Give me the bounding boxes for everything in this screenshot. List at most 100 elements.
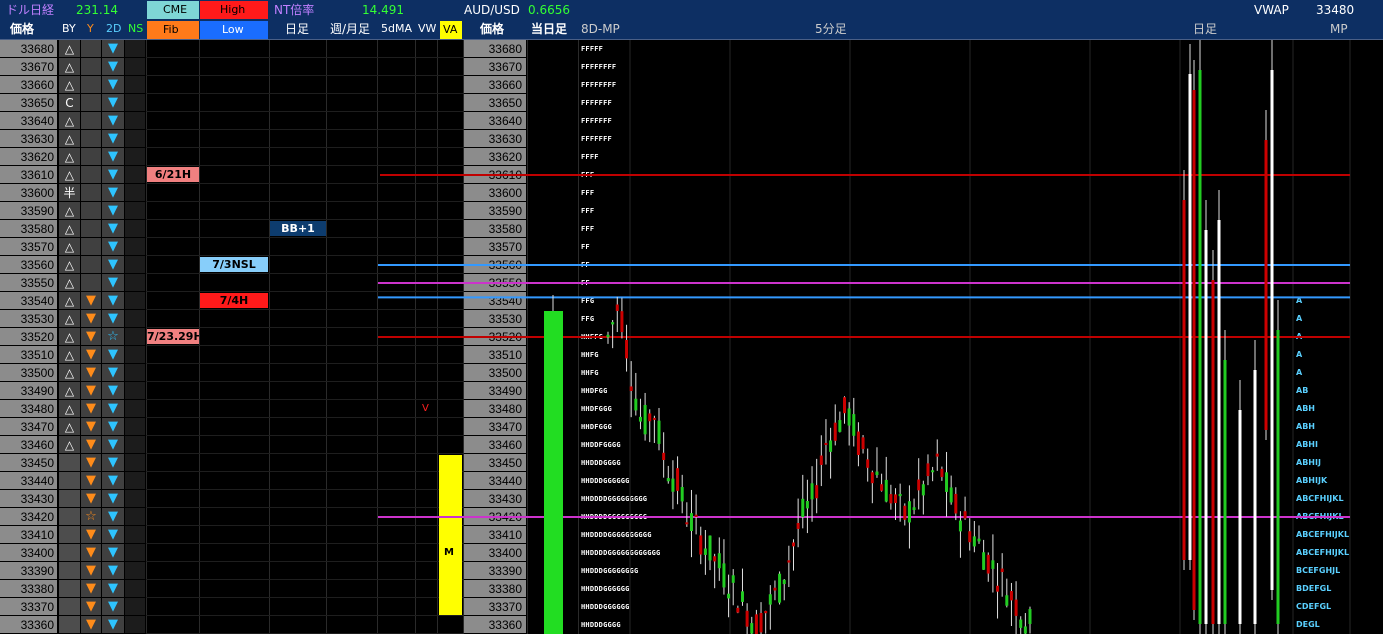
- candle-body: [805, 500, 809, 509]
- price-label: 33360: [20, 618, 54, 632]
- d2-symbol: ▼: [108, 401, 118, 416]
- y-symbol: ▼: [86, 347, 96, 362]
- by-symbol: △: [64, 294, 75, 308]
- candle-body: [680, 487, 684, 502]
- price-label-right: 33670: [488, 60, 522, 74]
- by-cell: [59, 580, 80, 597]
- high-button[interactable]: High: [200, 1, 268, 19]
- candle-body: [773, 587, 777, 591]
- price-label-right: 33650: [488, 96, 522, 110]
- price-label-right: 33490: [488, 384, 522, 398]
- y-symbol: ▼: [86, 293, 96, 308]
- price-label: 33390: [20, 564, 54, 578]
- y-symbol: ▼: [86, 581, 96, 596]
- candle-body: [991, 560, 995, 569]
- by-symbol: 半: [63, 186, 76, 200]
- price-label-right: 33390: [488, 564, 522, 578]
- price-label: 33540: [20, 294, 54, 308]
- candle-body: [782, 579, 786, 585]
- y-symbol: ▼: [86, 491, 96, 506]
- candle-body: [977, 538, 981, 542]
- row-divider: [146, 453, 464, 454]
- by-symbol: △: [64, 168, 75, 182]
- candle-body: [921, 484, 925, 496]
- ns-cell: [125, 220, 145, 237]
- price-label: 33670: [20, 60, 54, 74]
- by-symbol: △: [64, 114, 75, 128]
- price-label: 33570: [20, 240, 54, 254]
- col-price2: 価格: [480, 22, 505, 36]
- mp8d-row: FFFFFFFF: [581, 63, 617, 71]
- d2-symbol: ▼: [108, 437, 118, 452]
- price-label-right: 33510: [488, 348, 522, 362]
- d2-symbol: ▼: [108, 473, 118, 488]
- y-symbol: ▼: [86, 383, 96, 398]
- candle-body: [982, 552, 986, 570]
- d2-symbol: ▼: [108, 221, 118, 236]
- price-label: 33610: [20, 168, 54, 182]
- daily-candle-body: [1188, 74, 1192, 560]
- candle-body: [754, 614, 758, 634]
- daily-candle-body: [1238, 410, 1242, 624]
- by-cell: [59, 544, 80, 561]
- candle-body: [764, 610, 768, 614]
- y-symbol: ▼: [86, 401, 96, 416]
- price-label: 33370: [20, 600, 54, 614]
- col-price: 価格: [10, 22, 35, 36]
- candle-body: [1023, 626, 1027, 634]
- mp8d-row: HHFG: [581, 351, 599, 359]
- mp-today-row: ABCEFHIJKL: [1296, 548, 1350, 557]
- row-divider: [146, 363, 464, 364]
- d2-symbol: ▼: [108, 581, 118, 596]
- candle-body: [926, 463, 930, 477]
- mp-today-row: ABCFHIJKL: [1296, 494, 1344, 503]
- y-symbol: ▼: [86, 311, 96, 326]
- low-tag: 7/4H: [200, 293, 268, 308]
- mp8d-row: FFG: [581, 297, 595, 305]
- mp-today-row: DEGL: [1296, 620, 1320, 629]
- price-label-right: 33620: [488, 150, 522, 164]
- daily-candle-body: [1192, 90, 1196, 610]
- price-label-right: 33430: [488, 492, 522, 506]
- ns-cell: [125, 328, 145, 345]
- price-label-right: 33460: [488, 438, 522, 452]
- price-label: 33400: [20, 546, 54, 560]
- cme-button[interactable]: CME: [147, 1, 199, 19]
- daily-candle-body: [1204, 230, 1208, 624]
- column-divider: [578, 40, 579, 634]
- fib-button[interactable]: Fib: [147, 21, 199, 39]
- candle-body: [606, 334, 610, 338]
- price-label-right: 33420: [488, 510, 522, 524]
- mp-today-row: BCEFGHJL: [1296, 566, 1341, 575]
- candle-body: [634, 398, 638, 411]
- mp-today-row: A: [1296, 332, 1303, 341]
- va-header: VA: [440, 21, 462, 39]
- price-label-right: 33370: [488, 600, 522, 614]
- candle-body: [833, 422, 837, 441]
- candle-body: [1014, 599, 1018, 616]
- candle-body: [954, 493, 958, 514]
- mp-today-row: BDEFGL: [1296, 584, 1332, 593]
- low-button[interactable]: Low: [200, 21, 268, 39]
- price-label-right: 33610: [488, 168, 522, 182]
- row-divider: [146, 543, 464, 544]
- candle-body: [986, 554, 990, 574]
- y-symbol: ▼: [86, 545, 96, 560]
- mp8d-row: HHDDDDGGGGGGGGG: [581, 495, 648, 503]
- candle-body: [843, 397, 847, 414]
- price-label-right: 33600: [488, 186, 522, 200]
- mp8d-row: FF: [581, 261, 590, 269]
- price-label: 33680: [20, 42, 54, 56]
- ns-cell: [125, 382, 145, 399]
- d2-symbol: ▼: [108, 347, 118, 362]
- y-symbol: ▼: [86, 473, 96, 488]
- mp8d-row: FFFFF: [581, 45, 604, 53]
- mp8d-row: FFG: [581, 315, 595, 323]
- fib-label: Fib: [163, 23, 179, 36]
- candle-body: [759, 613, 763, 633]
- row-divider: [146, 201, 464, 202]
- d2-symbol: ▼: [108, 59, 118, 74]
- d2-symbol: ▼: [108, 77, 118, 92]
- candle-body: [694, 514, 698, 518]
- row-divider: [146, 255, 464, 256]
